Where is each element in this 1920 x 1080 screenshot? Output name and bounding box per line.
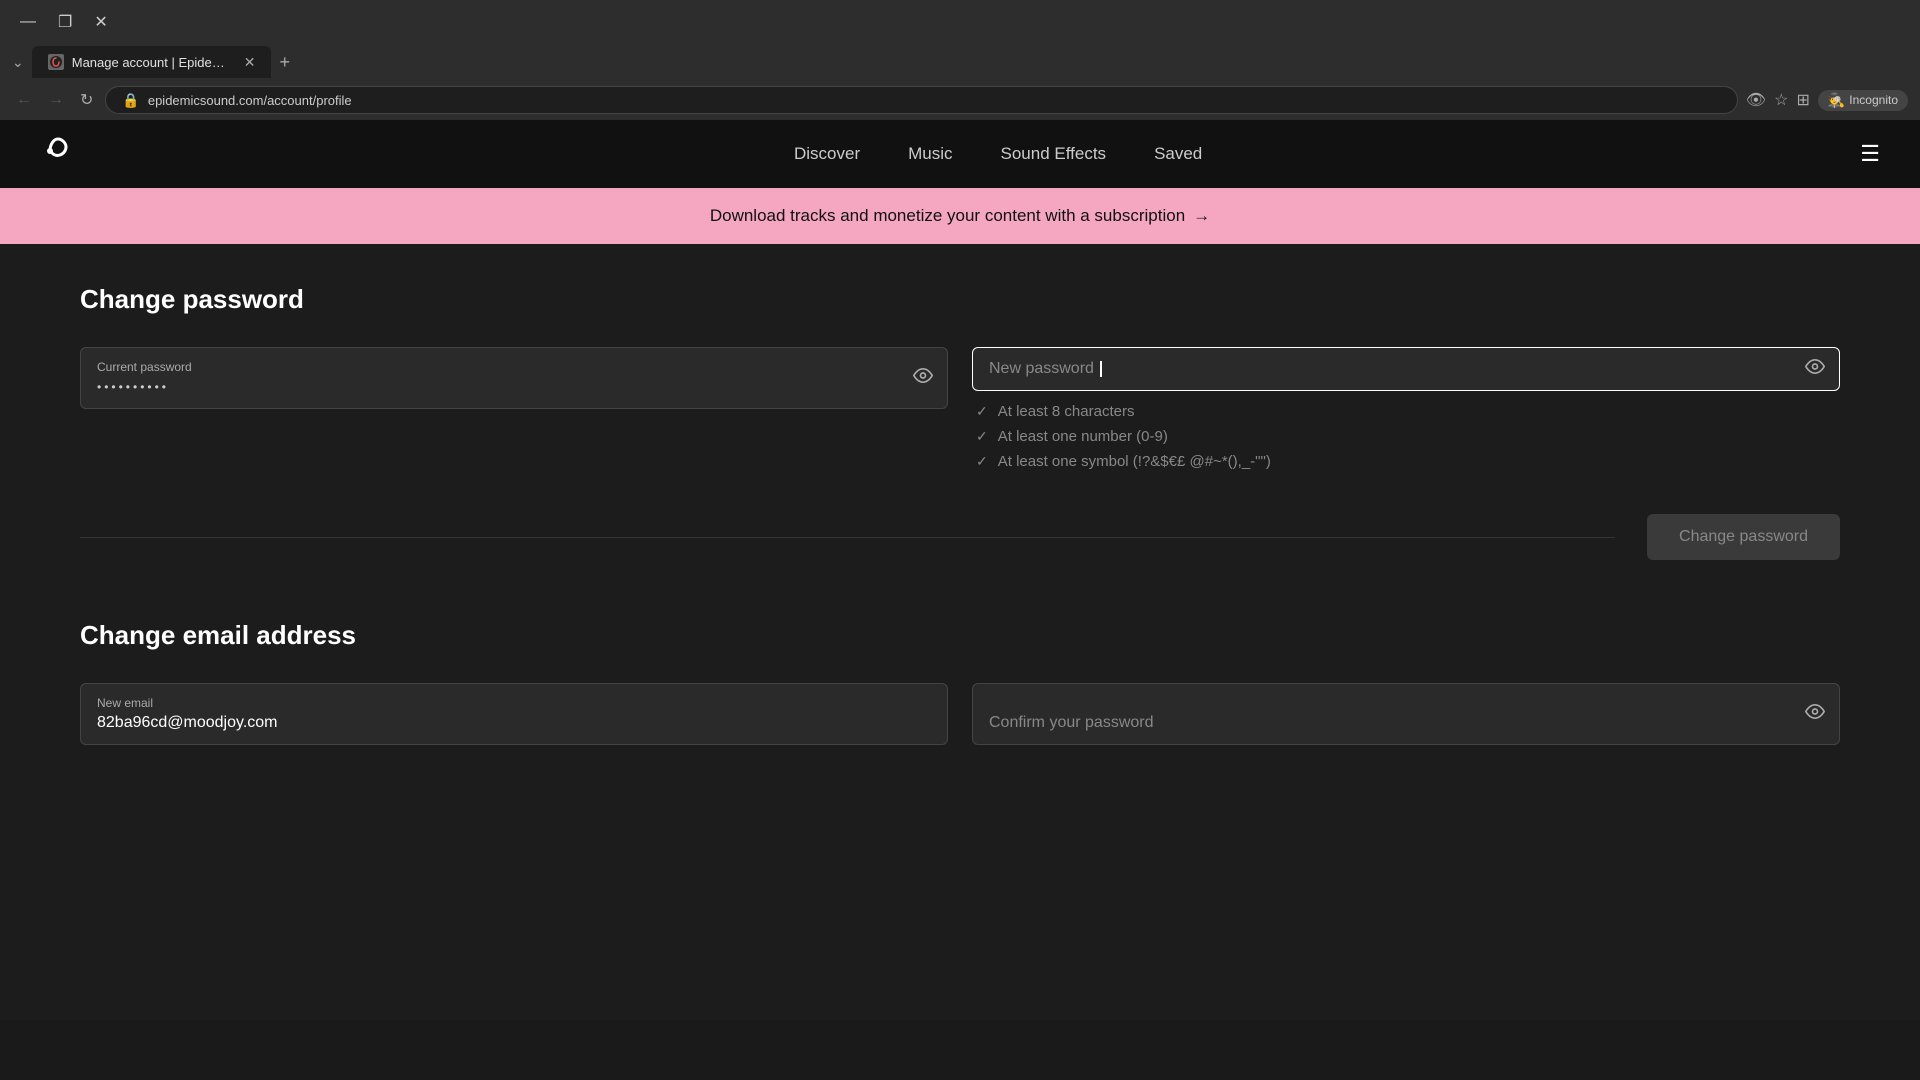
- tab-favicon: [48, 54, 64, 70]
- new-email-value: 82ba96cd@moodjoy.com: [97, 714, 931, 732]
- window-minimize-button[interactable]: —: [12, 10, 44, 34]
- check-icon-3: ✓: [976, 453, 988, 470]
- promo-text: Download tracks and monetize your conten…: [710, 206, 1210, 226]
- divider: [80, 537, 1615, 538]
- new-password-field: New password ✓ At leas: [972, 347, 1840, 494]
- change-password-button[interactable]: Change password: [1647, 514, 1840, 560]
- main-content: Change password Current password •••••••…: [0, 244, 1920, 785]
- window-maximize-button[interactable]: ❐: [50, 10, 80, 34]
- email-form-row: New email 82ba96cd@moodjoy.com . Confirm…: [80, 683, 1840, 745]
- nav-links: Discover Music Sound Effects Saved: [136, 144, 1860, 164]
- promo-message: Download tracks and monetize your conten…: [710, 206, 1185, 226]
- address-bar: ← → ↻ 🔒 epidemicsound.com/account/profil…: [0, 80, 1920, 120]
- url-bar[interactable]: 🔒 epidemicsound.com/account/profile: [105, 86, 1737, 114]
- incognito-badge: 🕵 Incognito: [1818, 90, 1908, 111]
- cursor: [1100, 361, 1102, 377]
- validation-text-2: At least one number (0-9): [998, 428, 1168, 445]
- tab-group-icon[interactable]: ⌄: [12, 54, 24, 71]
- app-logo[interactable]: [40, 133, 76, 176]
- new-email-label: New email: [97, 696, 931, 710]
- nav-discover[interactable]: Discover: [794, 144, 860, 164]
- validation-item-2: ✓ At least one number (0-9): [976, 428, 1840, 445]
- browser-titlebar: — ❐ ✕: [0, 0, 1920, 44]
- change-email-section: Change email address New email 82ba96cd@…: [80, 620, 1840, 745]
- validation-text-3: At least one symbol (!?&$€£ @#~*(),_-""): [998, 453, 1271, 470]
- app-nav: Discover Music Sound Effects Saved ☰: [0, 120, 1920, 188]
- current-password-label: Current password: [97, 360, 897, 374]
- eye-off-icon[interactable]: 👁: [1746, 90, 1766, 110]
- address-actions: 👁 ☆ ⊞ 🕵 Incognito: [1746, 90, 1908, 111]
- browser-menu-icon[interactable]: ⊞: [1796, 90, 1809, 110]
- browser-chrome: — ❐ ✕ ⌄ Manage account | Epidemic So ✕ +…: [0, 0, 1920, 120]
- check-icon-1: ✓: [976, 403, 988, 420]
- validation-item-1: ✓ At least 8 characters: [976, 403, 1840, 420]
- current-password-field: Current password ••••••••••: [80, 347, 948, 494]
- validation-list: ✓ At least 8 characters ✓ At least one n…: [972, 403, 1840, 470]
- new-email-input-wrapper[interactable]: New email 82ba96cd@moodjoy.com: [80, 683, 948, 745]
- browser-tab-active[interactable]: Manage account | Epidemic So ✕: [32, 46, 272, 78]
- app-wrapper: Discover Music Sound Effects Saved ☰ Dow…: [0, 120, 1920, 1020]
- confirm-password-placeholder: Confirm your password: [989, 714, 1789, 732]
- url-text: epidemicsound.com/account/profile: [148, 93, 352, 108]
- new-password-placeholder: New password: [989, 360, 1094, 377]
- new-password-toggle-eye[interactable]: [1805, 357, 1825, 382]
- window-close-button[interactable]: ✕: [86, 10, 115, 34]
- password-form-row: Current password •••••••••• New pass: [80, 347, 1840, 494]
- confirm-password-input-wrapper[interactable]: . Confirm your password: [972, 683, 1840, 745]
- tab-close-button[interactable]: ✕: [244, 54, 256, 71]
- promo-banner[interactable]: Download tracks and monetize your conten…: [0, 188, 1920, 244]
- nav-sound-effects[interactable]: Sound Effects: [1001, 144, 1107, 164]
- tab-title: Manage account | Epidemic So: [72, 55, 232, 70]
- confirm-password-toggle-eye[interactable]: [1805, 702, 1825, 727]
- change-email-title: Change email address: [80, 620, 1840, 651]
- back-button[interactable]: ←: [12, 87, 36, 113]
- incognito-label: Incognito: [1849, 93, 1898, 107]
- nav-saved[interactable]: Saved: [1154, 144, 1202, 164]
- change-password-title: Change password: [80, 284, 1840, 315]
- check-icon-2: ✓: [976, 428, 988, 445]
- tab-bar: ⌄ Manage account | Epidemic So ✕ +: [0, 44, 1920, 80]
- hamburger-menu-button[interactable]: ☰: [1860, 141, 1880, 167]
- current-password-value: ••••••••••: [97, 380, 169, 394]
- current-password-toggle-eye[interactable]: [913, 366, 933, 391]
- bookmark-icon[interactable]: ☆: [1774, 90, 1788, 110]
- promo-arrow-icon: →: [1193, 206, 1210, 226]
- new-tab-button[interactable]: +: [279, 52, 290, 73]
- confirm-password-field: . Confirm your password: [972, 683, 1840, 745]
- new-email-field: New email 82ba96cd@moodjoy.com: [80, 683, 948, 745]
- forward-button[interactable]: →: [44, 87, 68, 113]
- new-password-input-wrapper[interactable]: New password: [972, 347, 1840, 391]
- refresh-button[interactable]: ↻: [76, 86, 97, 114]
- validation-text-1: At least 8 characters: [998, 403, 1135, 420]
- change-password-section: Change password Current password •••••••…: [80, 284, 1840, 560]
- validation-item-3: ✓ At least one symbol (!?&$€£ @#~*(),_-"…: [976, 453, 1840, 470]
- nav-music[interactable]: Music: [908, 144, 952, 164]
- current-password-input-wrapper[interactable]: Current password ••••••••••: [80, 347, 948, 409]
